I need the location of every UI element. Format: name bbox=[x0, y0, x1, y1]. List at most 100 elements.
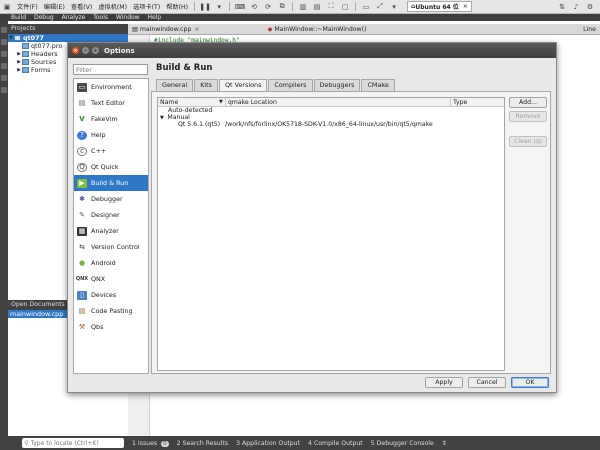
apply-button[interactable]: Apply bbox=[425, 377, 463, 388]
mode-help-icon[interactable] bbox=[1, 87, 7, 93]
cpp-file-icon: ▤ bbox=[132, 25, 140, 33]
qt-menu-window[interactable]: Window bbox=[113, 14, 143, 21]
category-version-control[interactable]: ⇆ Version Control bbox=[74, 239, 148, 255]
tab-debuggers[interactable]: Debuggers bbox=[313, 79, 361, 91]
category-build-run[interactable]: ▶ Build & Run bbox=[74, 175, 148, 191]
clean-up-button[interactable]: Clean Up bbox=[509, 136, 547, 147]
dropdown-arrow-icon[interactable]: ▾ bbox=[214, 2, 224, 11]
ok-button[interactable]: OK bbox=[511, 377, 549, 388]
qt-menu-tools[interactable]: Tools bbox=[90, 14, 111, 21]
category-cpp[interactable]: c C++ bbox=[74, 143, 148, 159]
qt-menu-help[interactable]: Help bbox=[145, 14, 165, 21]
fullscreen-icon[interactable]: ⛶ bbox=[326, 2, 336, 11]
output-pane-chevron-icon[interactable]: ⇕ bbox=[442, 440, 447, 447]
category-environment[interactable]: ▭ Environment bbox=[74, 79, 148, 95]
designer-icon: ✎ bbox=[79, 211, 85, 219]
filter-input[interactable] bbox=[73, 64, 148, 75]
output-pane-debugger-console[interactable]: 5 Debugger Console bbox=[371, 440, 434, 447]
mode-welcome-icon[interactable] bbox=[1, 27, 7, 33]
tree-row-manual[interactable]: ▼ Manual bbox=[158, 114, 504, 121]
mode-debug-icon[interactable] bbox=[1, 63, 7, 69]
tree-row-name: Manual bbox=[167, 114, 190, 121]
host-menu-help[interactable]: 帮助(H) bbox=[163, 2, 191, 11]
unity-icon[interactable]: ▢ bbox=[340, 2, 350, 11]
category-analyzer[interactable]: ▦ Analyzer bbox=[74, 223, 148, 239]
host-menu-view[interactable]: 查看(V) bbox=[68, 2, 95, 11]
tab-kits[interactable]: Kits bbox=[194, 79, 218, 91]
editor-symbol-selector[interactable]: ◆ MainWindow::~MainWindow() bbox=[264, 26, 371, 33]
tree-row-qt-version[interactable]: Qt 5.6.1 (qt5) /work/nfs/forlinx/OK5718-… bbox=[158, 121, 504, 128]
category-qnx[interactable]: QNX QNX bbox=[74, 271, 148, 287]
category-fakevim[interactable]: V FakeVim bbox=[74, 111, 148, 127]
dropdown-arrow-icon[interactable]: ▾ bbox=[389, 2, 399, 11]
qt-menu-debug[interactable]: Debug bbox=[31, 14, 57, 21]
console-icon[interactable]: ▭ bbox=[361, 2, 371, 11]
project-tree-item[interactable]: ▼ qt077 bbox=[8, 34, 128, 42]
column-header-type[interactable]: Type bbox=[451, 98, 504, 106]
qt-menu-analyze[interactable]: Analyze bbox=[59, 14, 89, 21]
category-devices[interactable]: ▯ Devices bbox=[74, 287, 148, 303]
tab-general[interactable]: General bbox=[156, 79, 194, 91]
folder-icon bbox=[22, 59, 29, 65]
close-icon[interactable]: × bbox=[72, 47, 79, 54]
column-header-name[interactable]: Name ▼ bbox=[158, 98, 226, 106]
tab-cmake[interactable]: CMake bbox=[361, 79, 395, 91]
remove-button[interactable]: Remove bbox=[509, 111, 547, 122]
category-label: Devices bbox=[91, 291, 117, 299]
volume-icon[interactable]: ♪ bbox=[571, 2, 581, 11]
qt-menu-build[interactable]: Build bbox=[0, 14, 29, 21]
sidebar-toggle-icon[interactable]: ▥ bbox=[298, 2, 308, 11]
send-keys-icon[interactable]: ⌨ bbox=[235, 2, 245, 11]
add-button[interactable]: Add... bbox=[509, 97, 547, 108]
project-tree-label: qt077.pro bbox=[31, 42, 63, 50]
tab-compilers[interactable]: Compilers bbox=[268, 79, 313, 91]
category-label: Version Control bbox=[91, 243, 140, 251]
host-menu-file[interactable]: 文件(F) bbox=[14, 2, 41, 11]
category-help[interactable]: ? Help bbox=[74, 127, 148, 143]
close-icon[interactable]: × bbox=[194, 26, 199, 33]
vm-tab-close-icon[interactable]: × bbox=[463, 3, 468, 10]
host-menu-vm[interactable]: 虚拟机(M) bbox=[95, 2, 130, 11]
category-debugger[interactable]: ✱ Debugger bbox=[74, 191, 148, 207]
mode-projects-icon[interactable] bbox=[1, 75, 7, 81]
collapse-arrow-icon[interactable]: ▼ bbox=[160, 115, 165, 121]
output-pane-issues[interactable]: 1 Issues 0 bbox=[132, 440, 169, 447]
editor-line-indicator[interactable]: Line bbox=[579, 26, 600, 33]
mode-design-icon[interactable] bbox=[1, 51, 7, 57]
cancel-button[interactable]: Cancel bbox=[468, 377, 506, 388]
pause-icon[interactable]: ❚❚ bbox=[199, 2, 211, 11]
column-header-location[interactable]: qmake Location bbox=[226, 98, 452, 106]
settings-icon[interactable]: ⚙ bbox=[585, 2, 595, 11]
category-android[interactable]: ● Android bbox=[74, 255, 148, 271]
minimize-icon[interactable]: – bbox=[82, 47, 89, 54]
stretch-icon[interactable]: ⤢ bbox=[375, 2, 385, 11]
network-icon[interactable]: ⇅ bbox=[557, 2, 567, 11]
tree-row-auto-detected[interactable]: Auto-detected bbox=[158, 107, 504, 114]
mode-edit-icon[interactable] bbox=[1, 39, 7, 45]
snapshot-manager-icon[interactable]: ⧉ bbox=[277, 2, 287, 11]
qbs-icon: ⚒ bbox=[78, 323, 86, 331]
category-qt-quick[interactable]: Q Qt Quick bbox=[74, 159, 148, 175]
snapshot-restore-icon[interactable]: ⟳ bbox=[263, 2, 273, 11]
category-qbs[interactable]: ⚒ Qbs bbox=[74, 319, 148, 335]
output-pane-application-output[interactable]: 3 Application Output bbox=[236, 440, 300, 447]
category-label: Debugger bbox=[91, 195, 123, 203]
fakevim-icon: V bbox=[79, 115, 85, 123]
category-designer[interactable]: ✎ Designer bbox=[74, 207, 148, 223]
output-pane-search-results[interactable]: 2 Search Results bbox=[177, 440, 228, 447]
pane-label: Debugger Console bbox=[376, 439, 434, 447]
locator-input[interactable] bbox=[30, 439, 123, 447]
output-pane-compile-output[interactable]: 4 Compile Output bbox=[308, 440, 363, 447]
vm-tab[interactable]: ⌂ Ubuntu 64 位 × bbox=[407, 1, 472, 12]
thumbnail-icon[interactable]: ▤ bbox=[312, 2, 322, 11]
qt-quick-icon: Q bbox=[77, 162, 87, 172]
toolbar-divider bbox=[194, 2, 196, 11]
category-code-pasting[interactable]: ▤ Code Pasting bbox=[74, 303, 148, 319]
category-text-editor[interactable]: ▤ Text Editor bbox=[74, 95, 148, 111]
maximize-icon[interactable]: + bbox=[92, 47, 99, 54]
locator[interactable]: ⚲ bbox=[22, 438, 124, 448]
host-menu-edit[interactable]: 编辑(E) bbox=[41, 2, 68, 11]
snapshot-icon[interactable]: ⟲ bbox=[249, 2, 259, 11]
editor-tab-file[interactable]: ▤ mainwindow.cpp × bbox=[128, 26, 204, 33]
host-menu-tabs[interactable]: 选项卡(T) bbox=[130, 2, 163, 11]
